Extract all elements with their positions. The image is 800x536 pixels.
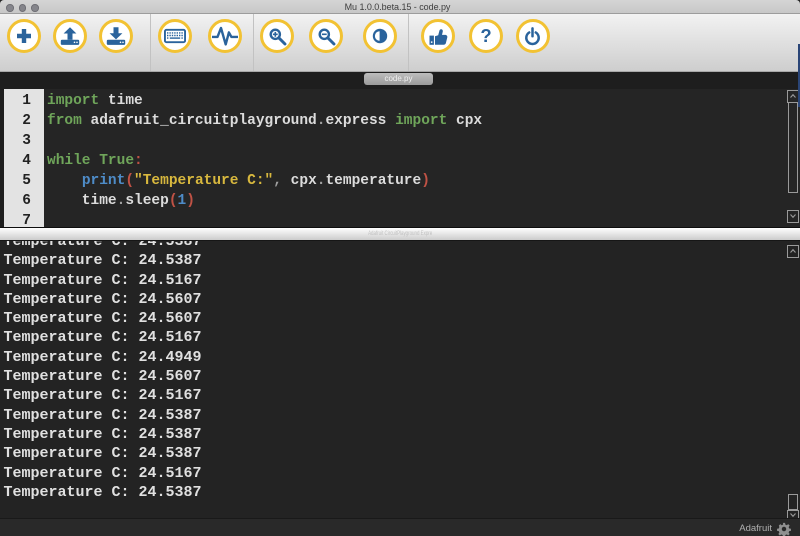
svg-text:?: ? bbox=[480, 25, 491, 46]
